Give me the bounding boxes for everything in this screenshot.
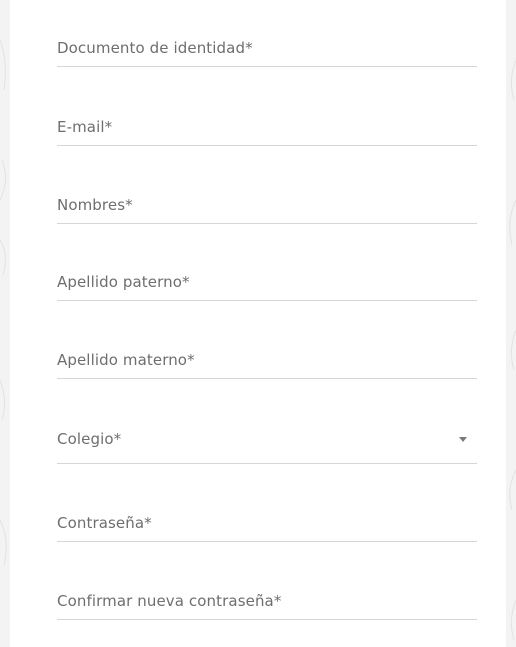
- registration-form-card: Documento de identidad* E-mail* Nombres*…: [10, 0, 506, 647]
- school-select[interactable]: Colegio*: [57, 404, 477, 464]
- confirm-password-label: Confirmar nueva contraseña*: [57, 592, 282, 610]
- email-field[interactable]: E-mail*: [57, 86, 477, 146]
- field-underline: [57, 223, 477, 224]
- field-underline: [57, 541, 477, 542]
- email-label: E-mail*: [57, 118, 113, 136]
- confirm-password-field[interactable]: Confirmar nueva contraseña*: [57, 560, 477, 620]
- field-underline: [57, 66, 477, 67]
- document-id-label: Documento de identidad*: [57, 39, 253, 57]
- first-names-label: Nombres*: [57, 196, 133, 214]
- dropdown-caret-icon[interactable]: [459, 437, 467, 442]
- field-underline: [57, 378, 477, 379]
- field-underline: [57, 300, 477, 301]
- field-underline: [57, 145, 477, 146]
- field-underline: [57, 463, 477, 464]
- first-names-field[interactable]: Nombres*: [57, 164, 477, 224]
- maternal-surname-field[interactable]: Apellido materno*: [57, 319, 477, 379]
- field-underline: [57, 619, 477, 620]
- paternal-surname-label: Apellido paterno*: [57, 273, 190, 291]
- password-field[interactable]: Contraseña*: [57, 482, 477, 542]
- password-label: Contraseña*: [57, 514, 152, 532]
- document-id-field[interactable]: Documento de identidad*: [57, 7, 477, 67]
- maternal-surname-label: Apellido materno*: [57, 351, 195, 369]
- paternal-surname-field[interactable]: Apellido paterno*: [57, 241, 477, 301]
- school-label: Colegio*: [57, 430, 122, 448]
